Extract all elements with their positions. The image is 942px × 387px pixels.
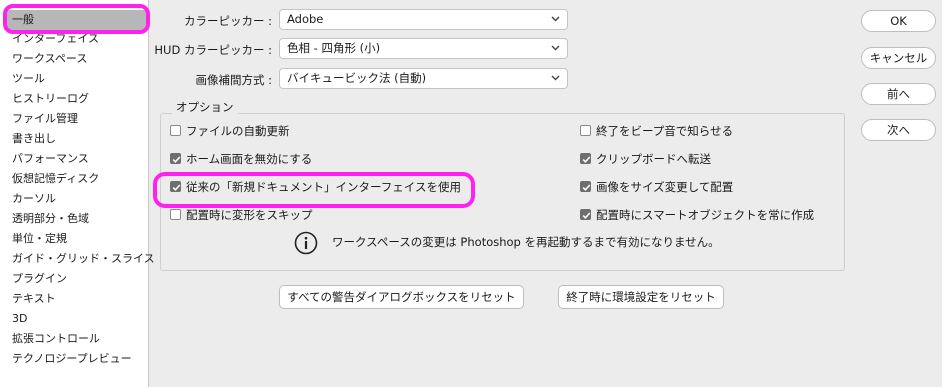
hud-picker-label: HUD カラーピッカー : xyxy=(154,43,272,57)
label-always-create-smart-objects: 配置時にスマートオブジェクトを常に作成 xyxy=(596,208,815,222)
label-disable-home-screen: ホーム画面を無効にする xyxy=(186,152,313,166)
checkmark-icon xyxy=(582,184,591,191)
sidebar-item-units-rulers[interactable]: 単位・定規 xyxy=(0,229,148,249)
options-group-title: オプション xyxy=(172,99,238,115)
checkbox-legacy-new-document[interactable] xyxy=(170,181,181,192)
checkbox-resize-image-during-place[interactable] xyxy=(580,181,591,192)
label-legacy-new-document: 従来の「新規ドキュメント」インターフェイスを使用 xyxy=(186,180,461,194)
sidebar-item-scratch-disks[interactable]: 仮想記憶ディスク xyxy=(0,169,148,189)
checkbox-disable-home-screen[interactable] xyxy=(170,153,181,164)
color-picker-label: カラーピッカー : xyxy=(183,14,272,28)
sidebar-item-history-log[interactable]: ヒストリーログ xyxy=(0,89,148,109)
color-picker-select[interactable]: Adobe xyxy=(279,9,568,30)
interpolation-value: バイキュービック法 (自動) xyxy=(287,71,427,85)
checkmark-icon xyxy=(172,156,181,163)
sidebar-item-guides-grid-slices[interactable]: ガイド・グリッド・スライス xyxy=(0,249,155,269)
label-skip-transform-on-place: 配置時に変形をスキップ xyxy=(186,208,313,222)
label-export-clipboard: クリップボードへ転送 xyxy=(596,152,711,166)
checkbox-beep-when-done[interactable] xyxy=(580,125,591,136)
sidebar-item-tools[interactable]: ツール xyxy=(0,69,148,89)
checkbox-export-clipboard[interactable] xyxy=(580,153,591,164)
reset-preferences-on-quit-button[interactable]: 終了時に環境設定をリセット xyxy=(558,285,724,309)
sidebar-item-interface[interactable]: インターフェイス xyxy=(0,29,148,49)
next-button[interactable]: 次へ xyxy=(861,119,936,141)
hud-picker-value: 色相 - 四角形 (小) xyxy=(287,41,381,55)
sidebar-item-type[interactable]: テキスト xyxy=(0,289,148,309)
chevron-down-icon xyxy=(551,45,560,51)
label-resize-image-during-place: 画像をサイズ変更して配置 xyxy=(596,180,734,194)
sidebar-item-transparency-gamut[interactable]: 透明部分・色域 xyxy=(0,209,148,229)
label-auto-update-files: ファイルの自動更新 xyxy=(186,124,290,138)
sidebar-item-3d[interactable]: 3D xyxy=(0,309,148,329)
label-beep-when-done: 終了をビープ音で知らせる xyxy=(596,124,734,138)
sidebar-item-workspace[interactable]: ワークスペース xyxy=(0,49,148,69)
info-icon xyxy=(294,231,318,255)
chevron-down-icon xyxy=(551,16,560,22)
sidebar-item-general[interactable]: 一般 xyxy=(4,10,146,30)
sidebar-item-performance[interactable]: パフォーマンス xyxy=(0,149,148,169)
checkbox-auto-update-files[interactable] xyxy=(170,125,181,136)
sidebar-item-cursors[interactable]: カーソル xyxy=(0,189,148,209)
sidebar-item-export[interactable]: 書き出し xyxy=(0,129,148,149)
color-picker-value: Adobe xyxy=(287,12,324,26)
interpolation-select[interactable]: バイキュービック法 (自動) xyxy=(279,68,568,89)
sidebar-item-enhanced-controls[interactable]: 拡張コントロール xyxy=(0,329,148,349)
checkmark-icon xyxy=(172,184,181,191)
ok-button[interactable]: OK xyxy=(861,10,936,32)
preferences-sidebar: 一般 インターフェイス ワークスペース ツール ヒストリーログ ファイル管理 書… xyxy=(0,0,155,387)
checkbox-skip-transform-on-place[interactable] xyxy=(170,209,181,220)
cancel-button[interactable]: キャンセル xyxy=(861,47,936,69)
chevron-down-icon xyxy=(551,75,560,81)
sidebar-item-technology-previews[interactable]: テクノロジープレビュー xyxy=(0,349,148,369)
checkmark-icon xyxy=(582,156,591,163)
prev-button[interactable]: 前へ xyxy=(861,83,936,105)
reset-warning-dialogs-button[interactable]: すべての警告ダイアログボックスをリセット xyxy=(279,285,524,309)
checkmark-icon xyxy=(582,212,591,219)
sidebar-item-plugins[interactable]: プラグイン xyxy=(0,269,148,289)
hud-picker-select[interactable]: 色相 - 四角形 (小) xyxy=(279,38,568,59)
restart-notice-text: ワークスペースの変更は Photoshop を再起動するまで有効になりません。 xyxy=(332,235,720,249)
checkbox-always-create-smart-objects[interactable] xyxy=(580,209,591,220)
sidebar-item-file-handling[interactable]: ファイル管理 xyxy=(0,109,148,129)
interpolation-label: 画像補間方式 : xyxy=(195,73,272,87)
